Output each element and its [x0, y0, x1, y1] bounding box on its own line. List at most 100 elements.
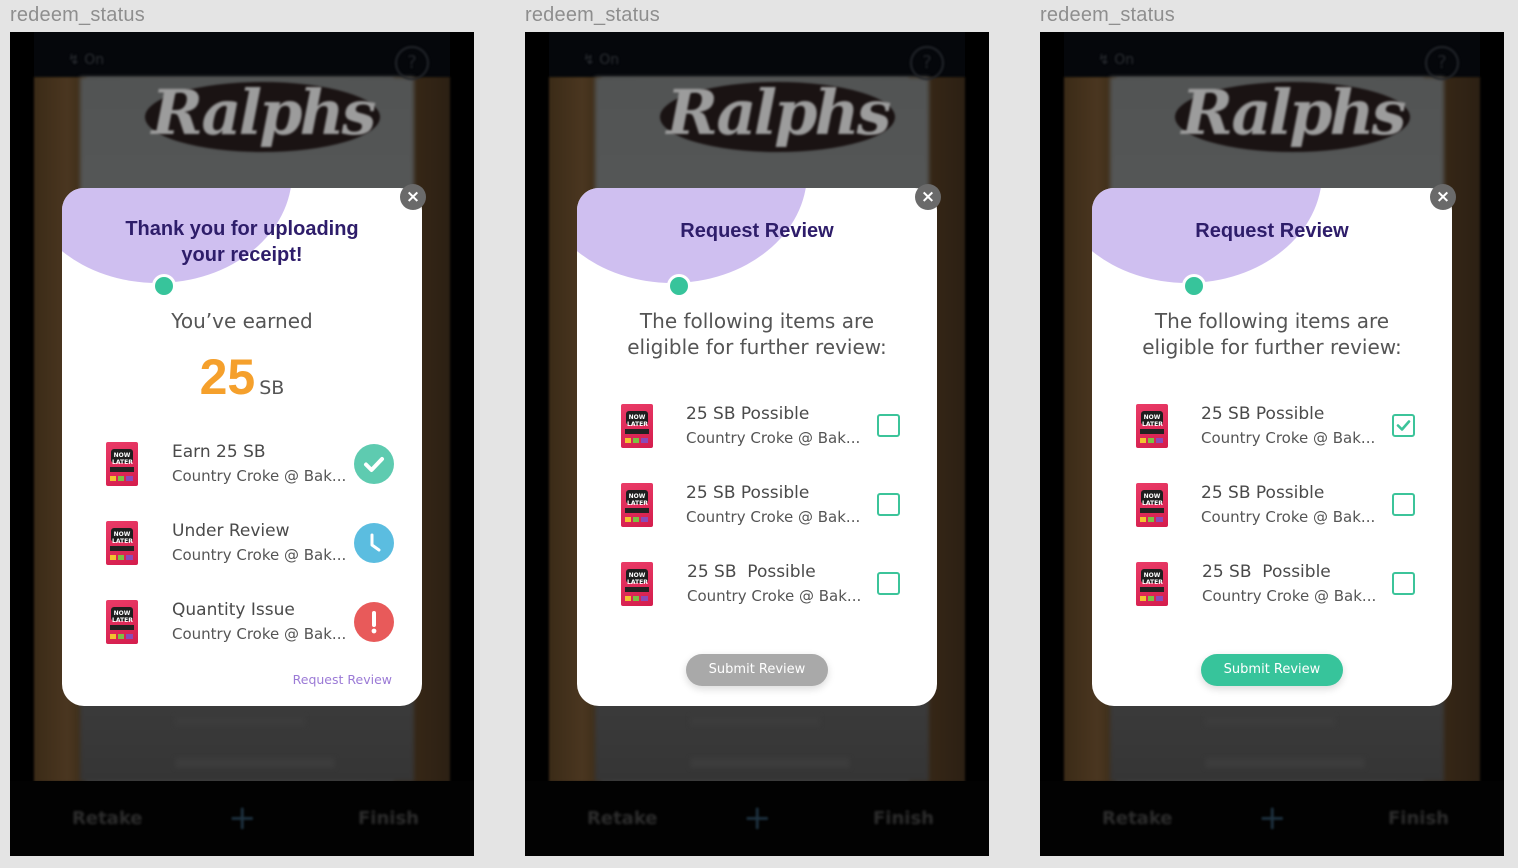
retake-button[interactable]: Retake [587, 808, 658, 829]
item-title: 25 SB Possible [686, 404, 810, 424]
item-subtitle: Country Croke @ Bak... [172, 467, 347, 485]
list-item[interactable]: NOW LATER 25 SB Possible Country Croke @… [1092, 404, 1452, 464]
item-title: 25 SB Possible [1201, 483, 1325, 503]
flash-label: On [1114, 52, 1135, 68]
receipt-text-blur [690, 758, 850, 768]
earned-label: You’ve earned [171, 309, 313, 333]
receipt-text-blur [690, 716, 820, 726]
item-subtitle: Country Croke @ Bak... [172, 546, 347, 564]
clock-icon [370, 533, 381, 552]
review-checkbox[interactable] [877, 414, 900, 437]
list-item[interactable]: NOW LATER 25 SB Possible Country Croke @… [577, 562, 937, 622]
item-subtitle: Country Croke @ Bak... [1202, 587, 1377, 605]
close-icon: × [405, 187, 421, 207]
status-badge-pending [354, 523, 394, 563]
close-button[interactable]: × [400, 184, 426, 210]
exclamation-icon [371, 611, 377, 634]
list-item[interactable]: NOW LATER Quantity Issue Country Croke @… [62, 600, 422, 660]
help-icon: ? [922, 52, 932, 73]
flash-icon: ↯ [1098, 52, 1110, 68]
list-item[interactable]: NOW LATER Earn 25 SB Country Croke @ Bak… [62, 442, 422, 502]
store-logo: Ralphs [151, 76, 376, 149]
review-checkbox[interactable] [877, 572, 900, 595]
earned-unit: SB [259, 377, 285, 399]
item-subtitle: Country Croke @ Bak... [172, 625, 347, 643]
submit-review-button[interactable]: Submit Review [1201, 654, 1343, 686]
item-subtitle: Country Croke @ Bak... [687, 587, 862, 605]
review-checkbox[interactable] [1392, 572, 1415, 595]
redeem-status-modal: Thank you for uploading your receipt! Yo… [62, 188, 422, 706]
modal-subtitle: The following items are eligible for fur… [1142, 309, 1402, 359]
plus-icon: + [743, 798, 772, 838]
modal-title: Thank you for uploading your receipt! [125, 218, 359, 266]
help-button[interactable]: ? [395, 46, 429, 80]
review-checkbox-checked[interactable] [1392, 414, 1415, 437]
product-thumbnail: NOW LATER [1136, 562, 1168, 606]
product-thumbnail: NOW LATER [621, 562, 653, 606]
artboard-label: redeem_status [1040, 4, 1175, 26]
request-review-modal: Request Review The following items are e… [1092, 188, 1452, 706]
item-title: 25 SB Possible [686, 483, 810, 503]
close-button[interactable]: × [915, 184, 941, 210]
artboard-label: redeem_status [10, 4, 145, 26]
item-title: 25 SB Possible [1201, 404, 1325, 424]
item-title: Earn 25 SB [172, 442, 266, 462]
flash-toggle[interactable]: ↯ On [1098, 52, 1134, 68]
receipt-text-blur [175, 716, 305, 726]
close-icon: × [920, 187, 936, 207]
add-photo-button[interactable]: + [1258, 798, 1287, 838]
flash-toggle[interactable]: ↯ On [583, 52, 619, 68]
modal-subtitle: The following items are eligible for fur… [627, 309, 887, 359]
list-item[interactable]: NOW LATER 25 SB Possible Country Croke @… [1092, 562, 1452, 622]
list-item[interactable]: NOW LATER 25 SB Possible Country Croke @… [577, 404, 937, 464]
request-review-modal: Request Review The following items are e… [577, 188, 937, 706]
close-icon: × [1435, 187, 1451, 207]
close-button[interactable]: × [1430, 184, 1456, 210]
retake-button[interactable]: Retake [1102, 808, 1173, 829]
flash-icon: ↯ [68, 52, 80, 68]
item-title: Quantity Issue [172, 600, 295, 620]
product-thumbnail: NOW LATER [106, 521, 138, 565]
flash-toggle[interactable]: ↯ On [68, 52, 104, 68]
request-review-link[interactable]: Request Review [293, 672, 392, 687]
item-title: 25 SB Possible [687, 562, 816, 582]
review-checkbox[interactable] [877, 493, 900, 516]
item-title: 25 SB Possible [1202, 562, 1331, 582]
phone-screen-redeem-status: Ralphs ↯ On ? Retake + Finish Thank you … [10, 32, 474, 856]
review-checkbox[interactable] [1392, 493, 1415, 516]
finish-button[interactable]: Finish [873, 808, 934, 829]
header-dot [1182, 274, 1206, 298]
product-thumbnail: NOW LATER [106, 600, 138, 644]
list-item[interactable]: NOW LATER Under Review Country Croke @ B… [62, 521, 422, 581]
list-item[interactable]: NOW LATER 25 SB Possible Country Croke @… [1092, 483, 1452, 543]
item-subtitle: Country Croke @ Bak... [1201, 429, 1376, 447]
modal-title: Request Review [680, 220, 834, 242]
finish-button[interactable]: Finish [358, 808, 419, 829]
flash-label: On [599, 52, 620, 68]
help-button[interactable]: ? [910, 46, 944, 80]
add-photo-button[interactable]: + [228, 798, 257, 838]
plus-icon: + [228, 798, 257, 838]
help-button[interactable]: ? [1425, 46, 1459, 80]
phone-screen-request-review-selected: Ralphs ↯ On ? Retake + Finish Request Re… [1040, 32, 1504, 856]
plus-icon: + [1258, 798, 1287, 838]
list-item[interactable]: NOW LATER 25 SB Possible Country Croke @… [577, 483, 937, 543]
item-subtitle: Country Croke @ Bak... [1201, 508, 1376, 526]
product-thumbnail: NOW LATER [106, 442, 138, 486]
finish-button[interactable]: Finish [1388, 808, 1449, 829]
status-badge-error [354, 602, 394, 642]
submit-review-button-disabled[interactable]: Submit Review [686, 654, 828, 686]
receipt-text-blur [1205, 758, 1365, 768]
flash-label: On [84, 52, 105, 68]
add-photo-button[interactable]: + [743, 798, 772, 838]
earned-value: 25 [199, 349, 256, 405]
item-title: Under Review [172, 521, 290, 541]
product-thumbnail: NOW LATER [621, 404, 653, 448]
product-thumbnail: NOW LATER [1136, 404, 1168, 448]
help-icon: ? [407, 52, 417, 73]
checkmark-icon [1396, 420, 1411, 431]
receipt-text-blur [1205, 716, 1335, 726]
phone-screen-request-review: Ralphs ↯ On ? Retake + Finish Request Re… [525, 32, 989, 856]
retake-button[interactable]: Retake [72, 808, 143, 829]
item-subtitle: Country Croke @ Bak... [686, 508, 861, 526]
